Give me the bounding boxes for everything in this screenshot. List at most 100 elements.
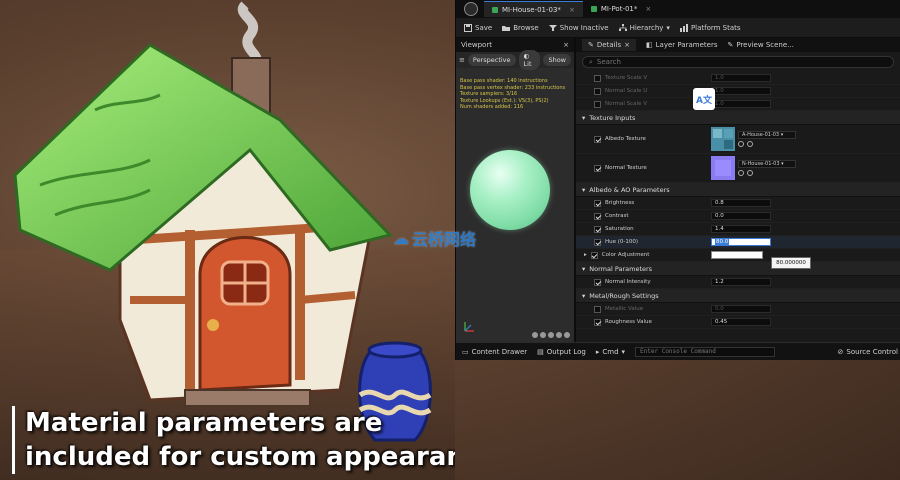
- prop-label: Brightness: [605, 200, 635, 206]
- cylinder-icon[interactable]: [532, 332, 538, 338]
- content-drawer-button[interactable]: ▭ Content Drawer: [462, 348, 527, 356]
- hue-value-input[interactable]: 80.0: [711, 238, 771, 246]
- translate-icon[interactable]: A文: [693, 88, 715, 110]
- output-log-button[interactable]: ▤ Output Log: [537, 348, 586, 356]
- stats-icon: [679, 23, 688, 32]
- prop-roughness: Roughness Value 0.45: [576, 316, 900, 329]
- tab-layer-parameters[interactable]: ◧ Layer Parameters: [646, 41, 717, 49]
- browse-button[interactable]: Browse: [502, 24, 539, 32]
- tab-label: MI-Pot-01*: [600, 5, 638, 13]
- details-tab-bar: ✎ Details × ◧ Layer Parameters ✎ Preview…: [576, 38, 900, 52]
- viewport-toolbar: ≡ Perspective ◐ Lit Show: [456, 50, 574, 70]
- override-checkbox[interactable]: [594, 87, 601, 95]
- override-checkbox[interactable]: [594, 100, 601, 108]
- prop-value[interactable]: 0.8: [711, 199, 771, 207]
- content-drawer-label: Content Drawer: [471, 347, 528, 356]
- layers-icon: ◧: [646, 41, 653, 49]
- search-input[interactable]: [596, 58, 797, 66]
- normal-thumbnail[interactable]: [711, 156, 735, 180]
- override-checkbox[interactable]: [594, 225, 601, 233]
- close-icon[interactable]: ×: [645, 5, 651, 13]
- prop-label: Contrast: [605, 213, 629, 219]
- prop-value[interactable]: 0.0: [711, 212, 771, 220]
- hierarchy-label: Hierarchy: [629, 23, 664, 32]
- category-albedo-ao[interactable]: ▾ Albedo & AO Parameters: [576, 183, 900, 197]
- teapot-icon[interactable]: [564, 332, 570, 338]
- lit-label: Lit: [523, 60, 532, 68]
- override-checkbox[interactable]: [594, 318, 601, 326]
- use-selected-icon[interactable]: [738, 170, 744, 176]
- unreal-logo-icon[interactable]: [464, 2, 478, 16]
- override-checkbox[interactable]: [590, 251, 598, 259]
- cube-icon[interactable]: [556, 332, 562, 338]
- category-texture-inputs[interactable]: ▾ Texture Inputs: [576, 111, 900, 125]
- prop-value[interactable]: 0.0: [711, 305, 771, 313]
- prop-label: Normal Scale U: [605, 88, 648, 94]
- override-checkbox[interactable]: [594, 305, 601, 313]
- plane-icon[interactable]: [548, 332, 554, 338]
- sphere-icon[interactable]: [540, 332, 546, 338]
- prop-value[interactable]: 1.4: [711, 225, 771, 233]
- tab-details[interactable]: ✎ Details ×: [582, 39, 637, 51]
- browse-icon[interactable]: [747, 170, 753, 176]
- close-icon[interactable]: ×: [569, 6, 575, 14]
- override-checkbox[interactable]: [594, 74, 601, 82]
- override-checkbox[interactable]: [594, 135, 601, 143]
- drawer-icon: ▭: [462, 347, 469, 356]
- cmd-dropdown[interactable]: ▸ Cmd ▾: [596, 348, 625, 356]
- menu-icon[interactable]: ≡: [459, 56, 465, 64]
- albedo-thumbnail[interactable]: [711, 127, 735, 151]
- details-panel: ✎ Details × ◧ Layer Parameters ✎ Preview…: [576, 38, 900, 342]
- tab-layer-parameters-label: Layer Parameters: [655, 41, 718, 49]
- hierarchy-button[interactable]: Hierarchy ▾: [618, 23, 670, 32]
- category-normal-parameters[interactable]: ▾ Normal Parameters: [576, 262, 900, 276]
- albedo-asset-dropdown[interactable]: A-House-01-03 ▾: [738, 131, 796, 139]
- category-metal-rough[interactable]: ▾ Metal/Rough Settings: [576, 289, 900, 303]
- tab-mi-house[interactable]: MI-House-01-03* ×: [484, 1, 583, 17]
- override-checkbox[interactable]: [594, 278, 601, 286]
- source-control-button[interactable]: ⊘ Source Control: [838, 348, 898, 356]
- use-selected-icon[interactable]: [738, 141, 744, 147]
- save-label: Save: [475, 23, 493, 32]
- shader-stats: Base pass shader: 140 instructions Base …: [460, 78, 565, 111]
- browse-icon[interactable]: [747, 141, 753, 147]
- scene-render: Material parameters are included for cus…: [0, 0, 455, 480]
- chevron-right-icon[interactable]: ▸: [584, 252, 587, 258]
- perspective-button[interactable]: Perspective: [467, 54, 516, 66]
- override-checkbox[interactable]: [594, 199, 601, 207]
- prop-value[interactable]: 1.0: [711, 74, 771, 82]
- prop-value[interactable]: 1.2: [711, 278, 771, 286]
- tab-preview-scene[interactable]: ✎ Preview Scene...: [727, 41, 793, 49]
- search-icon: ⌕: [589, 57, 593, 66]
- override-checkbox[interactable]: [594, 164, 601, 172]
- tab-details-label: Details: [596, 41, 622, 49]
- console-command-input[interactable]: [635, 346, 776, 357]
- lit-button[interactable]: ◐ Lit: [518, 50, 541, 70]
- platform-stats-button[interactable]: Platform Stats: [679, 23, 741, 32]
- close-icon[interactable]: ×: [624, 41, 630, 49]
- save-button[interactable]: Save: [464, 23, 493, 32]
- chevron-down-icon: ▾: [582, 264, 586, 273]
- tab-mi-pot[interactable]: MI-Pot-01* ×: [583, 1, 659, 17]
- override-checkbox[interactable]: [594, 212, 601, 220]
- prop-label: Normal Texture: [605, 165, 647, 171]
- prop-normal-intensity: Normal Intensity 1.2: [576, 276, 900, 289]
- prop-value[interactable]: 1.0: [711, 100, 771, 108]
- override-checkbox[interactable]: [594, 238, 601, 246]
- prop-normal-scale-v: Normal Scale V 1.0: [576, 98, 900, 111]
- prop-label: Normal Scale V: [605, 101, 647, 107]
- details-search[interactable]: ⌕: [582, 56, 894, 68]
- viewport-panel[interactable]: Viewport × ≡ Perspective ◐ Lit Show Base…: [456, 38, 576, 342]
- color-swatch[interactable]: [711, 251, 763, 259]
- prop-value[interactable]: 1.0: [711, 87, 771, 95]
- chevron-down-icon: ▾: [582, 113, 586, 122]
- show-inactive-button[interactable]: Show Inactive: [548, 24, 609, 32]
- hue-selected-text: 80.0: [715, 239, 730, 245]
- close-icon[interactable]: ×: [563, 41, 569, 49]
- normal-asset-dropdown[interactable]: N-House-01-03 ▾: [738, 160, 796, 168]
- hierarchy-icon: [618, 23, 627, 31]
- prop-texture-scale-v: Texture Scale V 1.0: [576, 72, 900, 85]
- prop-label: Texture Scale V: [605, 75, 648, 81]
- show-button[interactable]: Show: [543, 54, 571, 66]
- prop-value[interactable]: 0.45: [711, 318, 771, 326]
